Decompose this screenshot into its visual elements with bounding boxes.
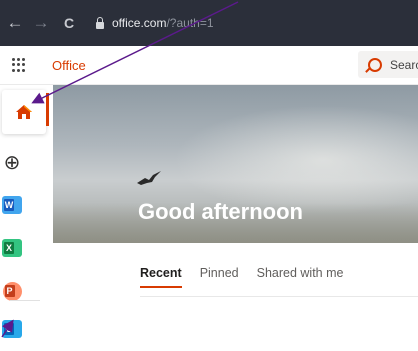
office-home-link[interactable]: Office [52, 58, 86, 73]
document-tabs: Recent Pinned Shared with me [140, 266, 361, 290]
rail-item-outlook[interactable]: O [0, 307, 38, 351]
bird-icon [137, 171, 161, 185]
forward-button[interactable]: → [30, 13, 52, 33]
word-icon: W [2, 196, 22, 214]
tab-recent[interactable]: Recent [140, 266, 182, 290]
rail-item-word[interactable]: W [0, 183, 38, 227]
office-header: Office Searc [0, 46, 418, 85]
greeting-heading: Good afternoon [138, 199, 303, 224]
search-icon [368, 57, 382, 72]
rail-divider [10, 300, 40, 301]
back-button[interactable]: ← [4, 13, 26, 33]
excel-icon: X [2, 239, 22, 257]
outlook-icon: O [2, 320, 22, 338]
home-icon [16, 105, 32, 119]
plus-circle-icon: ⊕ [3, 151, 21, 174]
browser-toolbar: ← → C office.com /?auth=1 [0, 0, 418, 46]
address-bar[interactable]: office.com /?auth=1 [96, 13, 418, 33]
rail-item-excel[interactable]: X [0, 226, 38, 270]
url-path: /?auth=1 [166, 16, 214, 30]
left-app-rail: ⊕ W X P O [0, 85, 52, 339]
reload-button[interactable]: C [58, 15, 80, 31]
rail-item-create[interactable]: ⊕ [0, 140, 38, 184]
lock-icon [96, 16, 104, 29]
search-input[interactable]: Searc [358, 51, 418, 78]
hero-banner: Good afternoon [53, 85, 418, 243]
tabs-divider [140, 296, 418, 297]
url-host: office.com [112, 16, 167, 30]
rail-item-home[interactable] [2, 90, 46, 134]
search-placeholder: Searc [390, 57, 418, 72]
powerpoint-icon: P [2, 281, 22, 301]
active-indicator [46, 93, 49, 126]
app-launcher-icon[interactable] [12, 58, 26, 72]
tab-pinned[interactable]: Pinned [200, 266, 239, 290]
tab-shared-with-me[interactable]: Shared with me [257, 266, 344, 290]
